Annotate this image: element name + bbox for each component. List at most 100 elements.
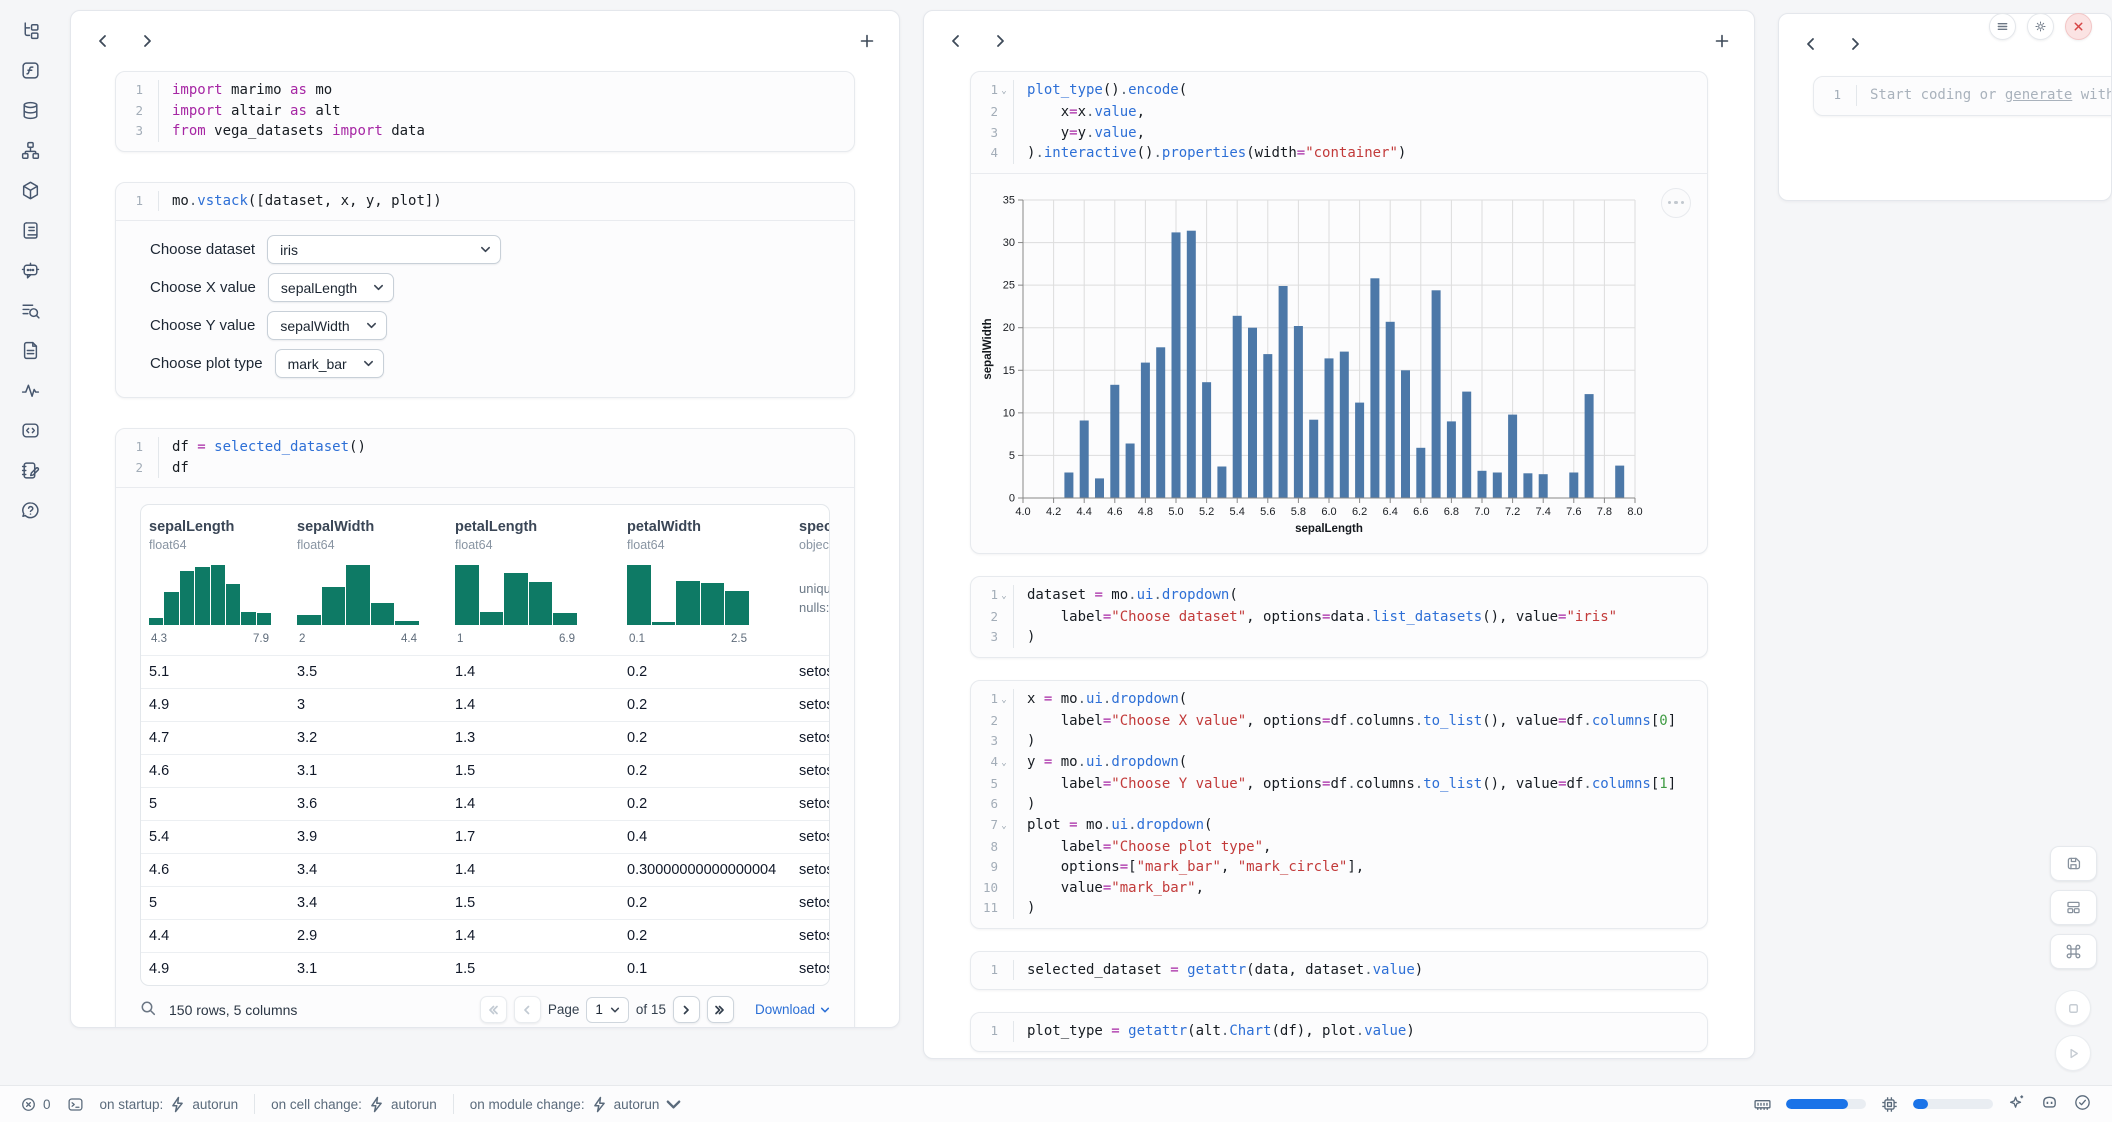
run-button[interactable] xyxy=(2055,1035,2091,1071)
stop-button[interactable] xyxy=(2055,990,2091,1026)
prev-page-button[interactable] xyxy=(514,996,541,1023)
code-editor[interactable]: 1selected_dataset = getattr(data, datase… xyxy=(971,952,1707,990)
dataset-select[interactable]: iris xyxy=(267,235,501,264)
svg-text:4.2: 4.2 xyxy=(1046,506,1061,518)
first-page-button[interactable] xyxy=(480,996,507,1023)
layout-icon xyxy=(2065,899,2082,916)
layout-button[interactable] xyxy=(2050,890,2097,925)
x-circle-icon xyxy=(20,1096,37,1113)
file-tree-icon[interactable] xyxy=(18,18,42,42)
database-icon[interactable] xyxy=(18,98,42,122)
row-count-summary: 150 rows, 5 columns xyxy=(169,1002,297,1018)
copilot-button[interactable] xyxy=(2040,1093,2059,1115)
save-icon xyxy=(2065,855,2082,872)
add-cell-icon[interactable] xyxy=(859,33,875,49)
column-histogram xyxy=(455,565,577,625)
errors-indicator[interactable]: 0 xyxy=(20,1096,51,1113)
column-header[interactable]: sepalLengthfloat644.37.9 xyxy=(141,505,289,655)
plot-type-select[interactable]: mark_bar xyxy=(275,349,384,378)
chevron-left-icon[interactable] xyxy=(1803,36,1819,52)
table-row: 5.43.91.70.4setosa xyxy=(141,820,829,853)
save-button[interactable] xyxy=(2050,846,2097,881)
bolt-icon xyxy=(591,1096,608,1113)
on-cell-change-toggle[interactable]: on cell change: autorun xyxy=(271,1096,437,1113)
menu-icon xyxy=(1996,20,2009,33)
svg-text:6.4: 6.4 xyxy=(1383,506,1398,518)
code-editor[interactable]: 1 Start coding or generate with AI xyxy=(1814,77,2112,115)
chevron-left-icon[interactable] xyxy=(95,33,111,49)
x-value-control-row: Choose X value sepalLength xyxy=(150,273,820,302)
x-value-select[interactable]: sepalLength xyxy=(268,273,394,302)
column-header[interactable]: speciesobjectunique:nulls: xyxy=(791,505,829,655)
generate-link[interactable]: generate xyxy=(2005,87,2072,103)
svg-text:5.0: 5.0 xyxy=(1168,506,1183,518)
window-controls xyxy=(1989,13,2092,40)
svg-text:10: 10 xyxy=(1003,407,1015,419)
function-square-icon[interactable] xyxy=(18,58,42,82)
terminal-button[interactable] xyxy=(67,1096,84,1113)
close-button[interactable] xyxy=(2065,13,2092,40)
chevron-right-icon[interactable] xyxy=(139,33,155,49)
code-editor[interactable]: 1⌄plot_type().encode(2 x=x.value,3 y=y.v… xyxy=(971,72,1707,173)
chevron-right-icon[interactable] xyxy=(992,33,1008,49)
menu-button[interactable] xyxy=(1989,13,2016,40)
bar-chart[interactable]: 4.04.24.44.64.85.05.25.45.65.86.06.26.46… xyxy=(979,186,1669,538)
editor-placeholder: Start coding or generate with AI xyxy=(1856,85,2112,106)
chevron-down-icon xyxy=(820,1005,830,1015)
svg-text:7.6: 7.6 xyxy=(1566,506,1581,518)
search-icon[interactable] xyxy=(140,1000,157,1020)
column-header[interactable]: sepalWidthfloat6424.4 xyxy=(289,505,447,655)
y-value-select[interactable]: sepalWidth xyxy=(267,311,386,340)
memory-icon xyxy=(1753,1095,1772,1114)
chart-menu-button[interactable] xyxy=(1661,188,1691,218)
code-editor[interactable]: 1mo.vstack([dataset, x, y, plot]) xyxy=(116,183,854,221)
settings-button[interactable] xyxy=(2027,13,2054,40)
package-icon[interactable] xyxy=(18,178,42,202)
ai-assist-button[interactable] xyxy=(2007,1093,2026,1115)
svg-text:7.4: 7.4 xyxy=(1536,506,1551,518)
svg-text:25: 25 xyxy=(1003,279,1015,291)
next-page-button[interactable] xyxy=(673,996,700,1023)
svg-text:5.4: 5.4 xyxy=(1230,506,1245,518)
add-cell-icon[interactable] xyxy=(1714,33,1730,49)
cpu-icon xyxy=(1880,1095,1899,1114)
svg-text:8.0: 8.0 xyxy=(1627,506,1642,518)
chevron-left-icon[interactable] xyxy=(948,33,964,49)
dataset-control-row: Choose dataset iris xyxy=(150,235,820,264)
svg-text:5.6: 5.6 xyxy=(1260,506,1275,518)
y-value-label: Choose Y value xyxy=(150,317,255,334)
chat-bot-icon[interactable] xyxy=(18,258,42,282)
list-search-icon[interactable] xyxy=(18,298,42,322)
code-editor[interactable]: 1⌄x = mo.ui.dropdown(2 label="Choose X v… xyxy=(971,681,1707,928)
scroll-icon[interactable] xyxy=(18,218,42,242)
dataset-label: Choose dataset xyxy=(150,241,255,258)
code-editor[interactable]: 1⌄dataset = mo.ui.dropdown(2 label="Choo… xyxy=(971,577,1707,657)
on-module-change-toggle[interactable]: on module change: autorun xyxy=(470,1096,683,1113)
svg-text:4.6: 4.6 xyxy=(1107,506,1122,518)
notebook-edit-icon[interactable] xyxy=(18,458,42,482)
column-header[interactable]: petalWidthfloat640.12.5 xyxy=(619,505,791,655)
ram-usage-bar xyxy=(1786,1099,1866,1109)
code-editor[interactable]: 1df = selected_dataset()2df xyxy=(116,429,854,487)
column-header[interactable]: petalLengthfloat6416.9 xyxy=(447,505,619,655)
middle-notebook-column: 1⌄plot_type().encode(2 x=x.value,3 y=y.v… xyxy=(923,10,1755,1059)
code-snippet-icon[interactable] xyxy=(18,418,42,442)
table-row: 4.63.11.50.2setosa xyxy=(141,754,829,787)
hierarchy-icon[interactable] xyxy=(18,138,42,162)
svg-text:7.0: 7.0 xyxy=(1474,506,1489,518)
on-startup-toggle[interactable]: on startup: autorun xyxy=(100,1096,239,1113)
document-icon[interactable] xyxy=(18,338,42,362)
last-page-button[interactable] xyxy=(707,996,734,1023)
page-select[interactable]: 1 xyxy=(586,997,629,1023)
keyboard-shortcuts-button[interactable] xyxy=(2050,934,2097,969)
code-editor[interactable]: 1import marimo as mo2import altair as al… xyxy=(116,72,854,151)
connection-status-button[interactable] xyxy=(2073,1093,2092,1115)
activity-icon[interactable] xyxy=(18,378,42,402)
table-row: 5.13.51.40.2setosa xyxy=(141,655,829,688)
command-icon xyxy=(2065,943,2082,960)
code-editor[interactable]: 1plot_type = getattr(alt.Chart(df), plot… xyxy=(971,1013,1707,1051)
page-label: Page xyxy=(548,1002,580,1017)
help-chat-icon[interactable] xyxy=(18,498,42,522)
chevron-right-icon[interactable] xyxy=(1847,36,1863,52)
download-button[interactable]: Download xyxy=(755,1002,830,1017)
